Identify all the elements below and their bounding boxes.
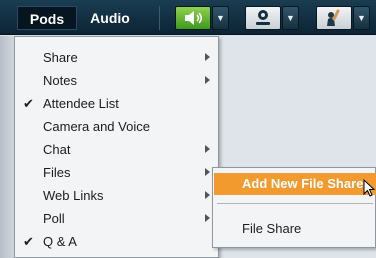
menu-item-attendee-list[interactable]: ✔ Attendee List: [15, 92, 218, 115]
raise-hand-icon: [327, 9, 340, 26]
checkmark-icon: ✔: [23, 96, 34, 111]
speaker-icon: [185, 11, 203, 25]
menu-item-label: Web Links: [43, 188, 104, 203]
pod-sidebar-strip: [0, 36, 14, 258]
menu-item-label: Attendee List: [43, 96, 119, 111]
chevron-right-icon: [205, 145, 210, 153]
file-share-item[interactable]: File Share: [214, 218, 376, 240]
menu-item-poll[interactable]: Poll: [15, 207, 218, 230]
menu-item-camera-and-voice[interactable]: Camera and Voice: [15, 115, 218, 138]
menu-item-chat[interactable]: Chat: [15, 138, 218, 161]
submenu-divider: [217, 203, 373, 204]
webcam-dropdown-button[interactable]: ▼: [282, 6, 299, 30]
top-menu-bar: Pods Audio ▼ ▼ ▼: [0, 0, 376, 35]
menu-item-label: Notes: [43, 73, 77, 88]
cursor-icon: [363, 179, 375, 197]
menu-item-web-links[interactable]: Web Links: [15, 184, 218, 207]
chevron-right-icon: [205, 191, 210, 199]
chevron-right-icon: [205, 76, 210, 84]
menu-item-label: Camera and Voice: [43, 119, 150, 134]
webcam-icon: [256, 10, 270, 25]
add-new-file-share-item[interactable]: Add New File Share: [214, 173, 376, 195]
audio-menu-button[interactable]: Audio: [84, 6, 136, 30]
menu-item-label: Q & A: [43, 234, 77, 249]
pods-menu-button[interactable]: Pods: [17, 6, 77, 30]
chevron-down-icon: ▼: [357, 13, 366, 23]
chevron-right-icon: [205, 53, 210, 61]
chevron-right-icon: [205, 168, 210, 176]
speaker-dropdown-button[interactable]: ▼: [212, 6, 229, 30]
speaker-button[interactable]: [175, 6, 211, 30]
checkmark-icon: ✔: [23, 234, 34, 249]
toolbar-divider: [159, 6, 160, 30]
menu-item-label: Poll: [43, 211, 65, 226]
pods-dropdown-menu: Share Notes ✔ Attendee List Camera and V…: [14, 36, 219, 258]
menu-item-q-and-a[interactable]: ✔ Q & A: [15, 230, 218, 253]
chevron-down-icon: ▼: [286, 13, 295, 23]
status-button[interactable]: [316, 6, 352, 30]
chevron-down-icon: ▼: [216, 13, 225, 23]
menu-item-share[interactable]: Share: [15, 46, 218, 69]
menu-item-notes[interactable]: Notes: [15, 69, 218, 92]
files-submenu: Add New File Share File Share: [212, 167, 376, 248]
menu-item-label: Share: [43, 50, 78, 65]
chevron-right-icon: [205, 214, 210, 222]
menu-item-files[interactable]: Files: [15, 161, 218, 184]
menu-item-label: Chat: [43, 142, 71, 157]
webcam-button[interactable]: [245, 6, 281, 30]
menu-item-label: Files: [43, 165, 71, 180]
status-dropdown-button[interactable]: ▼: [353, 6, 370, 30]
